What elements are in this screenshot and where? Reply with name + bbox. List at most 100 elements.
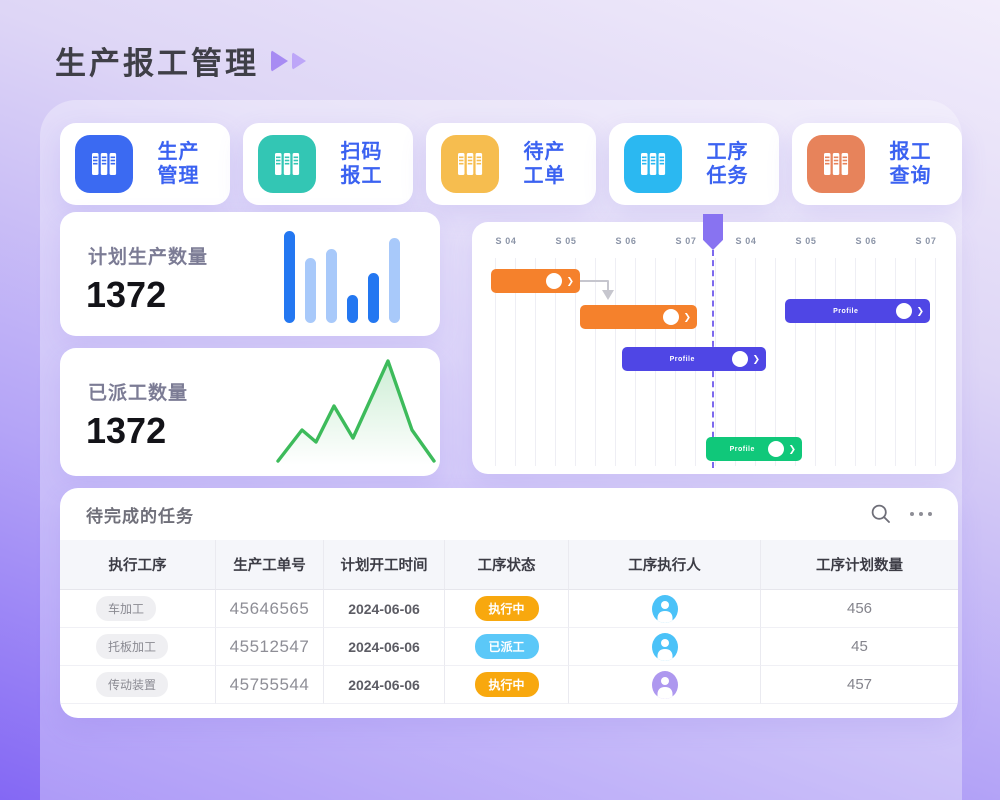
- order-number: 45512547: [215, 628, 323, 666]
- process-pill: 车加工: [96, 596, 156, 621]
- gantt-bar-label: Profile: [632, 356, 732, 363]
- gantt-gridline: [875, 258, 876, 466]
- assignee-avatar: [546, 273, 562, 289]
- books-icon: [441, 135, 499, 193]
- nav-card-production-management[interactable]: 生产管理: [60, 123, 230, 205]
- order-number: 45755544: [215, 666, 323, 704]
- chevron-right-icon: ❯: [916, 306, 924, 317]
- nav-card-process-tasks[interactable]: 工序任务: [609, 123, 779, 205]
- gantt-gridline: [915, 258, 916, 466]
- bar-chart-bar: [305, 258, 316, 323]
- bar-chart-bar: [347, 295, 358, 323]
- gantt-tick-label: S 06: [856, 236, 877, 246]
- planned-qty: 456: [760, 590, 958, 628]
- column-header: 执行工序: [60, 540, 215, 590]
- books-icon: [624, 135, 682, 193]
- start-date: 2024-06-06: [323, 628, 444, 666]
- assignee-avatar: [732, 351, 748, 367]
- status-badge: 执行中: [475, 672, 539, 697]
- planned-quantity-card: 计划生产数量 1372: [60, 212, 440, 336]
- dispatched-quantity-card: 已派工数量 1372: [60, 348, 440, 476]
- gantt-chart-card: S 04S 05S 06S 07S 04S 05S 06S 07 ❯❯Profi…: [472, 222, 956, 474]
- chevron-right-icon: ❯: [566, 276, 574, 287]
- table-row-cell[interactable]: 托板加工: [60, 628, 215, 666]
- pending-tasks-panel: 待完成的任务 执行工序 生产工单号 计划开工时间 工序状态 工序执行人 工序计划…: [60, 488, 958, 718]
- gantt-gridline: [795, 258, 796, 466]
- column-header: 工序计划数量: [760, 540, 958, 590]
- status-cell: 执行中: [444, 590, 568, 628]
- books-icon: [807, 135, 865, 193]
- nav-card-label: 待产工单: [499, 140, 596, 189]
- gantt-gridline: [775, 258, 776, 466]
- bar-chart-bar: [389, 238, 400, 323]
- assignee-avatar: [896, 303, 912, 319]
- gantt-task-bar[interactable]: ❯: [580, 305, 697, 329]
- nav-card-scan-report[interactable]: 扫码报工: [243, 123, 413, 205]
- status-cell: 执行中: [444, 666, 568, 704]
- stat-label: 计划生产数量: [88, 242, 208, 269]
- nav-card-label: 生产管理: [133, 140, 230, 189]
- executor-cell: [568, 666, 760, 704]
- nav-card-report-query[interactable]: 报工查询: [792, 123, 962, 205]
- gantt-tick-label: S 04: [496, 236, 517, 246]
- gantt-tick-label: S 04: [736, 236, 757, 246]
- nav-card-label: 工序任务: [682, 140, 779, 189]
- page-title-text: 生产报工管理: [55, 38, 259, 83]
- nav-card-label: 报工查询: [865, 140, 962, 189]
- gantt-gridline: [815, 258, 816, 466]
- play-arrow-icon: [271, 50, 288, 72]
- bar-chart-bar: [368, 273, 379, 323]
- column-header: 计划开工时间: [323, 540, 444, 590]
- assignee-avatar: [768, 441, 784, 457]
- planned-qty: 45: [760, 628, 958, 666]
- status-cell: 已派工: [444, 628, 568, 666]
- executor-cell: [568, 628, 760, 666]
- assignee-avatar: [663, 309, 679, 325]
- gantt-tick-label: S 07: [916, 236, 937, 246]
- planned-qty: 457: [760, 666, 958, 704]
- order-number: 45646565: [215, 590, 323, 628]
- play-arrow-icon: [292, 52, 306, 70]
- more-options-icon[interactable]: [910, 512, 932, 516]
- tasks-title: 待完成的任务: [86, 502, 870, 527]
- bar-chart-bar: [326, 249, 337, 323]
- tasks-table: 执行工序 生产工单号 计划开工时间 工序状态 工序执行人 工序计划数量 车加工 …: [60, 540, 958, 704]
- avatar: [652, 633, 678, 661]
- nav-card-pending-work-orders[interactable]: 待产工单: [426, 123, 596, 205]
- column-header: 生产工单号: [215, 540, 323, 590]
- column-header: 工序状态: [444, 540, 568, 590]
- column-header: 工序执行人: [568, 540, 760, 590]
- stat-label: 已派工数量: [88, 378, 188, 405]
- table-row-cell[interactable]: 车加工: [60, 590, 215, 628]
- process-pill: 传动装置: [96, 672, 168, 697]
- gantt-tick-label: S 05: [796, 236, 817, 246]
- gantt-tick-label: S 07: [676, 236, 697, 246]
- bar-chart-bar: [284, 231, 295, 323]
- start-date: 2024-06-06: [323, 666, 444, 704]
- executor-cell: [568, 590, 760, 628]
- avatar: [652, 595, 678, 623]
- table-row-cell[interactable]: 传动装置: [60, 666, 215, 704]
- gantt-tick-label: S 05: [556, 236, 577, 246]
- tasks-header: 待完成的任务: [60, 488, 958, 540]
- gantt-bar-label: Profile: [795, 308, 896, 315]
- timeline-marker[interactable]: [703, 214, 723, 250]
- gantt-task-bar[interactable]: ❯: [491, 269, 580, 293]
- gantt-bar-label: Profile: [716, 446, 768, 453]
- gantt-task-bar[interactable]: Profile❯: [622, 347, 766, 371]
- search-icon[interactable]: [870, 503, 892, 525]
- gantt-task-bar[interactable]: Profile❯: [706, 437, 802, 461]
- books-icon: [258, 135, 316, 193]
- gantt-gridline: [935, 258, 936, 466]
- dependency-arrow: [576, 275, 620, 307]
- avatar: [652, 671, 678, 699]
- stat-value: 1372: [86, 410, 166, 452]
- planned-bar-chart: [284, 228, 400, 323]
- gantt-task-bar[interactable]: Profile ❯: [785, 299, 930, 323]
- gantt-gridline: [895, 258, 896, 466]
- dispatched-line-chart: [276, 358, 436, 465]
- books-icon: [75, 135, 133, 193]
- page-title: 生产报工管理: [55, 38, 306, 83]
- nav-card-label: 扫码报工: [316, 140, 413, 189]
- status-badge: 已派工: [475, 634, 539, 659]
